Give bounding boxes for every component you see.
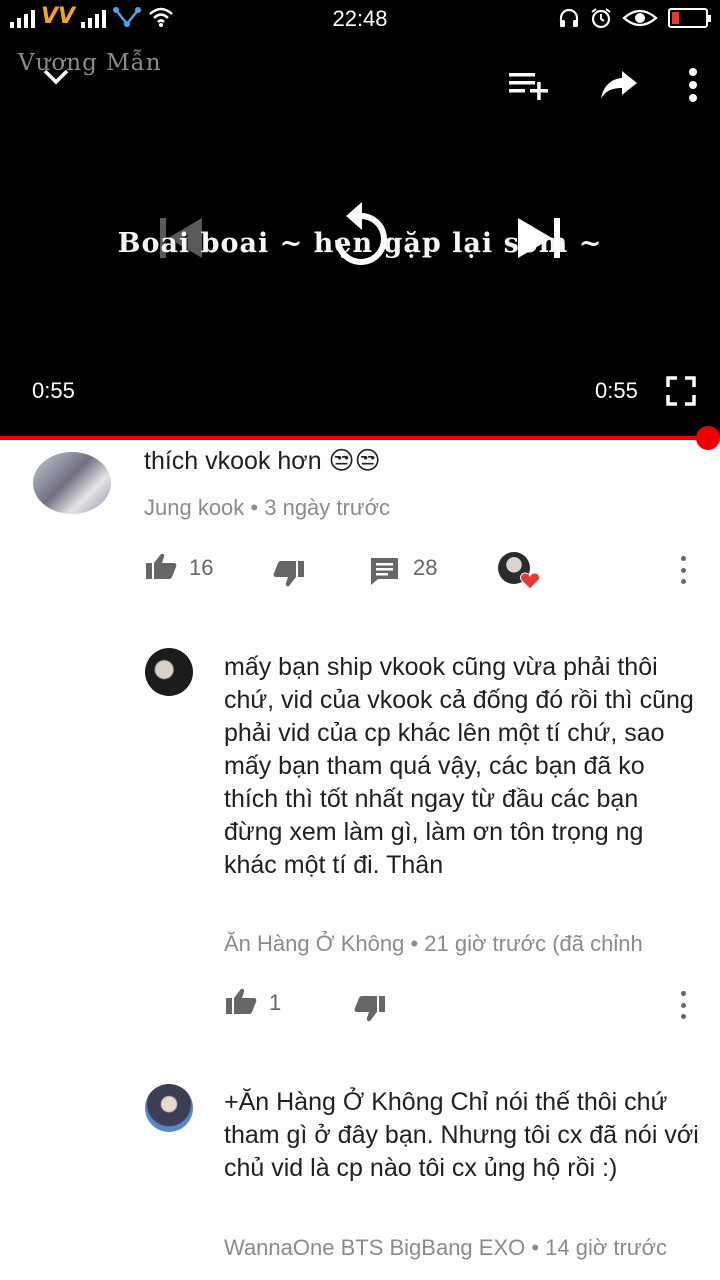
comment-meta: WannaOne BTS BigBang EXO • 14 giờ trước	[224, 1235, 668, 1260]
video-player[interactable]: Vương Mẫn Boai boai ~ hẹn gặp lại sớm ~ …	[0, 36, 720, 450]
comment-meta: Jung kook • 3 ngày trước	[144, 495, 390, 520]
avatar[interactable]	[145, 1084, 193, 1132]
comment-text: thích vkook hơn 😒😒	[144, 447, 381, 475]
more-options-icon[interactable]	[688, 68, 698, 102]
total-duration: 0:55	[595, 378, 638, 403]
comment-meta: Ăn Hàng Ở Không • 21 giờ trước (đã chỉnh	[224, 931, 643, 956]
like-icon[interactable]	[225, 987, 257, 1015]
status-bar: VV 22:48	[0, 0, 720, 36]
headset-icon	[559, 8, 579, 27]
next-icon[interactable]	[516, 216, 562, 260]
heart-icon	[520, 572, 540, 590]
comment-time: 21 giờ trước (đã chỉnh	[424, 931, 643, 956]
elapsed-time: 0:55	[32, 378, 75, 403]
reply-icon[interactable]	[370, 557, 400, 585]
comment-text: +Ăn Hàng Ở Không Chỉ nói thế thôi chứ th…	[224, 1088, 699, 1182]
comment-time: 3 ngày trước	[264, 495, 390, 520]
avatar[interactable]	[33, 452, 111, 514]
battery-icon	[668, 8, 711, 28]
comment-menu-icon[interactable]	[681, 556, 687, 584]
reply-count: 28	[413, 555, 438, 580]
eye-icon	[622, 9, 658, 27]
progress-bar[interactable]	[0, 436, 708, 440]
alarm-icon	[591, 8, 611, 29]
scrubber-handle[interactable]	[696, 426, 720, 450]
like-count: 1	[269, 990, 282, 1015]
comment-author[interactable]: WannaOne BTS BigBang EXO	[224, 1235, 525, 1260]
comment-menu-icon[interactable]	[681, 991, 687, 1019]
dislike-icon[interactable]	[273, 560, 305, 588]
add-to-playlist-icon[interactable]	[508, 69, 550, 101]
chevron-down-icon[interactable]	[40, 64, 72, 88]
like-icon[interactable]	[145, 552, 177, 580]
comment-author[interactable]: Jung kook	[144, 495, 244, 520]
comment-text: mấy bạn ship vkook cũng vừa phải thôi ch…	[224, 653, 694, 879]
dislike-icon[interactable]	[354, 995, 386, 1023]
comment-time: 14 giờ trước	[545, 1235, 668, 1260]
share-icon[interactable]	[600, 69, 638, 101]
like-count: 16	[189, 555, 214, 580]
fullscreen-icon[interactable]	[666, 376, 696, 406]
comment-author[interactable]: Ăn Hàng Ở Không	[224, 931, 404, 956]
replay-icon[interactable]	[320, 196, 400, 276]
avatar[interactable]	[145, 648, 193, 696]
